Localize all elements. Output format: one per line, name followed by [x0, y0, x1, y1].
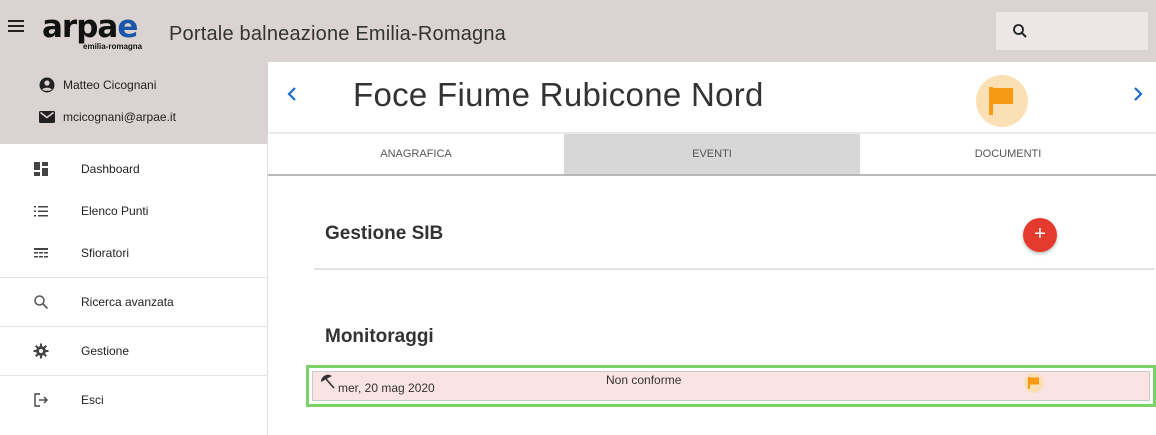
- main-content: Foce Fiume Rubicone Nord ANAGRAFICA EVEN…: [268, 62, 1156, 435]
- sidebar-item-sfioratori[interactable]: Sfioratori: [0, 232, 267, 274]
- user-panel: Matteo Cicognani mcicognani@arpae.it: [0, 62, 267, 144]
- top-bar: arpae emilia-romagna Portale balneazione…: [0, 0, 1156, 62]
- add-sib-button[interactable]: +: [1023, 218, 1057, 252]
- sidebar-item-label: Elenco Punti: [81, 204, 149, 218]
- logout-icon: [34, 393, 48, 407]
- sidebar: Matteo Cicognani mcicognani@arpae.it Das…: [0, 62, 268, 435]
- sidebar-item-ricerca-avanzata[interactable]: Ricerca avanzata: [0, 281, 267, 323]
- flag-icon: [989, 87, 1013, 115]
- list-icon: [34, 206, 48, 217]
- user-name: Matteo Cicognani: [63, 78, 157, 92]
- section-divider: [314, 268, 1154, 270]
- sidebar-item-gestione[interactable]: Gestione: [0, 330, 267, 372]
- tab-eventi[interactable]: EVENTI: [564, 134, 860, 174]
- user-email: mcicognani@arpae.it: [63, 110, 176, 124]
- arpae-logo: arpae emilia-romagna: [42, 10, 162, 54]
- tab-anagrafica[interactable]: ANAGRAFICA: [268, 134, 564, 174]
- monitoraggio-flag: [1024, 373, 1044, 393]
- point-header: Foce Fiume Rubicone Nord: [268, 62, 1156, 132]
- logo-subtext: emilia-romagna: [83, 42, 143, 51]
- beach-umbrella-icon: [320, 374, 335, 389]
- monitoraggio-date: mer, 20 mag 2020: [338, 381, 435, 395]
- table-icon: [34, 248, 48, 258]
- previous-point-button[interactable]: [286, 84, 298, 110]
- mail-icon: [39, 111, 55, 123]
- sidebar-divider: [0, 326, 267, 327]
- sidebar-item-dashboard[interactable]: Dashboard: [0, 148, 267, 190]
- user-name-row: Matteo Cicognani: [0, 74, 267, 96]
- search-icon: [34, 295, 49, 310]
- user-email-row: mcicognani@arpae.it: [0, 106, 267, 128]
- next-point-button[interactable]: [1132, 84, 1144, 110]
- point-status-flag: [976, 75, 1028, 127]
- app-root: arpae emilia-romagna Portale balneazione…: [0, 0, 1156, 435]
- search-icon: [1013, 24, 1027, 38]
- search-button[interactable]: [996, 12, 1148, 50]
- dashboard-icon: [34, 162, 48, 176]
- sidebar-item-label: Esci: [81, 393, 104, 407]
- hamburger-menu-icon[interactable]: [8, 20, 24, 36]
- flag-icon: [1028, 377, 1039, 389]
- sidebar-item-label: Gestione: [81, 344, 130, 358]
- chevron-right-icon: [1134, 87, 1143, 101]
- account-icon: [39, 77, 55, 93]
- sidebar-divider: [0, 375, 267, 376]
- sidebar-item-elenco-punti[interactable]: Elenco Punti: [0, 190, 267, 232]
- point-title: Foce Fiume Rubicone Nord: [353, 76, 764, 113]
- monitoraggio-row[interactable]: mer, 20 mag 2020 Non conforme: [306, 365, 1156, 407]
- app-title: Portale balneazione Emilia-Romagna: [169, 23, 506, 45]
- tab-documenti[interactable]: DOCUMENTI: [860, 134, 1156, 174]
- sidebar-divider: [0, 277, 267, 278]
- section-title-monitoraggi: Monitoraggi: [325, 326, 434, 347]
- monitoraggio-status: Non conforme: [606, 373, 682, 387]
- section-title-gestione-sib: Gestione SIB: [325, 223, 444, 244]
- chevron-left-icon: [287, 87, 296, 101]
- sidebar-item-label: Ricerca avanzata: [81, 295, 174, 309]
- sidebar-item-label: Dashboard: [81, 162, 140, 176]
- tab-bar: ANAGRAFICA EVENTI DOCUMENTI: [268, 134, 1156, 176]
- gear-icon: [33, 343, 49, 359]
- sidebar-item-esci[interactable]: Esci: [0, 379, 267, 421]
- logo-text: arpae: [42, 9, 138, 45]
- sidebar-item-label: Sfioratori: [81, 246, 130, 260]
- monitoraggio-row-content: mer, 20 mag 2020 Non conforme: [312, 371, 1150, 401]
